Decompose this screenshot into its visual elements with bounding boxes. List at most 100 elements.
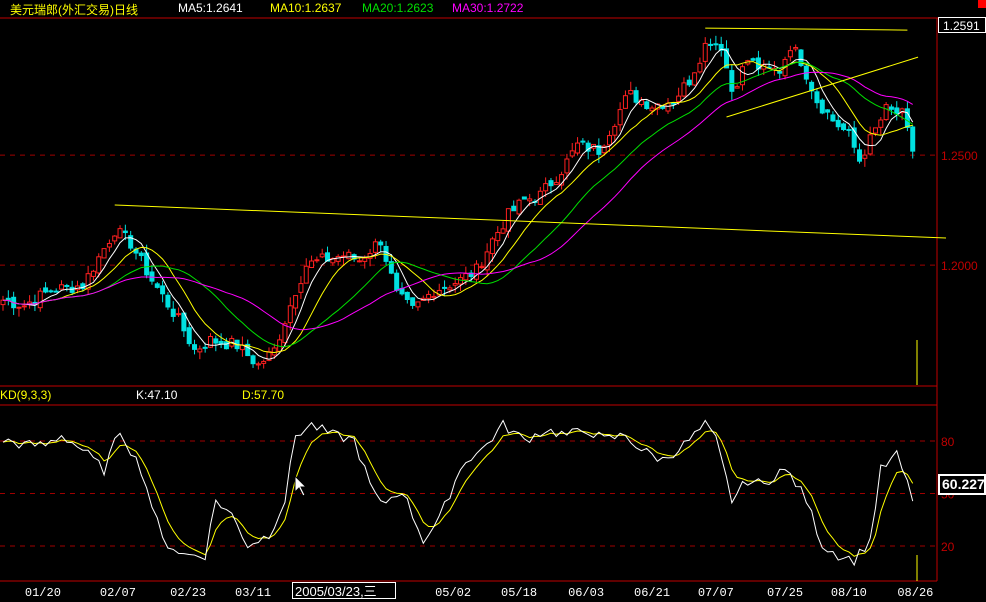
candle-body (633, 90, 639, 103)
chart-title: 美元瑞郎(外汇交易)日线 (10, 3, 138, 17)
candle-body (442, 286, 448, 289)
kd-label: KD(9,3,3) (0, 388, 52, 402)
candle-body (872, 127, 878, 134)
candle-body (644, 101, 650, 110)
candle-body (117, 228, 123, 239)
candle-body (819, 99, 825, 114)
cursor-price-label: 1.2591 (938, 17, 986, 33)
candle-body (378, 241, 384, 246)
candle-body (16, 306, 22, 309)
candle-body (505, 208, 511, 232)
date-tick-label: 01/20 (25, 586, 61, 600)
candle-body (681, 82, 687, 97)
candle-body (426, 293, 432, 299)
candle-body (495, 231, 501, 242)
candle-body (21, 305, 27, 308)
candle-body (197, 348, 203, 353)
candle-body (676, 95, 682, 102)
candle-body (564, 158, 570, 174)
date-tick-label: 06/21 (634, 586, 670, 600)
date-tick-label: 08/26 (897, 586, 933, 600)
candle-body (431, 295, 437, 299)
candle-body (394, 272, 400, 291)
candle-body (346, 251, 352, 260)
date-tick-label: 07/07 (698, 586, 734, 600)
trend-line (705, 27, 908, 31)
chart-canvas[interactable]: 1.25001.200080502001/2002/0702/2303/1105… (0, 0, 986, 602)
date-tooltip: 2005/03/23,三 (292, 582, 396, 599)
candle-body (59, 284, 65, 290)
date-tick-label: 07/25 (767, 586, 803, 600)
candle-body (64, 285, 70, 288)
cursor-kd-label: 60.227 (938, 474, 986, 495)
trend-line (114, 204, 947, 239)
candle-body (356, 260, 362, 263)
candle-body (910, 126, 916, 152)
candle-body (213, 338, 219, 344)
candle-body (43, 287, 49, 293)
candle-body (101, 248, 107, 259)
candle-body (112, 235, 118, 242)
candle-body (830, 114, 836, 122)
candle-body (122, 230, 128, 234)
k-value: K:47.10 (136, 388, 178, 402)
candle-body (447, 287, 453, 291)
candle-body (149, 271, 155, 282)
date-tick-label: 02/23 (170, 586, 206, 600)
ma-line-ma20 (2, 61, 913, 348)
kd-tick-label: 80 (941, 435, 955, 449)
candle-body (90, 270, 96, 277)
candle-body (165, 294, 171, 308)
candle-body (846, 128, 852, 131)
candle-body (793, 47, 799, 50)
candle-body (665, 102, 671, 112)
candle-body (186, 327, 192, 345)
candle-body (250, 355, 256, 365)
ma10-legend: MA10:1.2637 (270, 1, 342, 15)
candle-body (223, 341, 229, 350)
candle-body (527, 198, 533, 202)
date-tick-label: 05/18 (501, 586, 537, 600)
candle-body (649, 107, 655, 112)
candle-body (702, 42, 708, 62)
candle-body (293, 295, 299, 309)
candle-body (841, 123, 847, 131)
candle-body (287, 305, 293, 324)
candle-body (192, 344, 198, 350)
candle-body (96, 256, 102, 274)
d-value: D:57.70 (242, 388, 285, 402)
candle-body (867, 134, 873, 155)
ma30-legend: MA30:1.2722 (452, 1, 524, 15)
candle-body (415, 301, 421, 308)
candle-body (580, 140, 586, 143)
candle-body (372, 241, 378, 253)
date-tick-label: 03/11 (235, 586, 271, 600)
candle-body (160, 285, 166, 295)
candle-body (319, 253, 325, 258)
candle-body (521, 196, 527, 200)
candle-body (878, 119, 884, 128)
candle-body (298, 283, 304, 293)
candle-body (48, 290, 54, 293)
candle-body (904, 108, 910, 128)
candle-body (53, 290, 59, 293)
price-tick-label: 1.2500 (941, 149, 978, 163)
candle-body (713, 43, 719, 46)
candle-body (553, 182, 559, 186)
date-tick-label: 02/07 (100, 586, 136, 600)
date-tick-label: 05/02 (435, 586, 471, 600)
candle-body (548, 180, 554, 187)
candle-body (686, 79, 692, 86)
date-tick-label: 06/03 (568, 586, 604, 600)
date-tick-label: 08/10 (831, 586, 867, 600)
candle-body (708, 43, 714, 46)
window-corner-button[interactable] (978, 0, 986, 8)
ma5-legend: MA5:1.2641 (178, 1, 243, 15)
candle-body (138, 252, 144, 257)
candle-body (69, 286, 75, 293)
candle-body (282, 323, 288, 344)
candle-body (261, 360, 267, 364)
candle-body (883, 104, 889, 121)
candle-body (404, 291, 410, 300)
candle-body (612, 125, 618, 136)
